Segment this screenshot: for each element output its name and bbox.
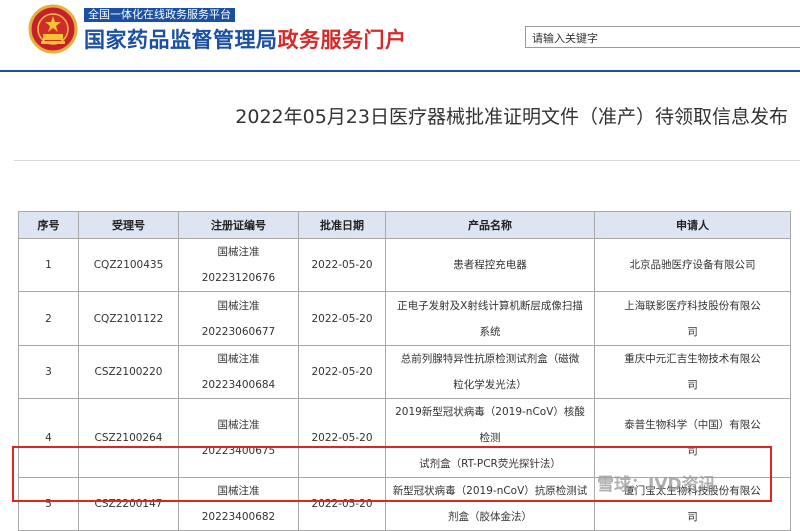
- cell-product: 2019新型冠状病毒（2019-nCoV）核酸检测试剂盒（RT-PCR荧光探针法…: [385, 398, 595, 478]
- applicant-line: 司: [687, 379, 698, 391]
- cell-no: 1: [18, 238, 79, 292]
- cell-accept-no: CSZ2100220: [78, 345, 179, 399]
- cell-product: 新型冠状病毒（2019-nCoV）抗原检测试 剂盒（胶体金法）: [385, 477, 595, 531]
- reg-no-number: 20223120676: [201, 272, 276, 284]
- national-emblem-icon: [28, 4, 78, 54]
- cell-date: 2022-05-20: [298, 477, 386, 531]
- article-title: 2022年05月23日医疗器械批准证明文件（准产）待领取信息发布: [235, 106, 788, 128]
- site-title[interactable]: 国家药品监督管理局政务服务门户: [84, 26, 407, 54]
- reg-no-prefix: 国械注准: [217, 299, 260, 312]
- product-line: 患者程控充电器: [453, 259, 527, 271]
- col-header-applicant: 申请人: [594, 211, 791, 239]
- cell-product: 总前列腺特异性抗原检测试剂盒（磁微 粒化学发光法）: [385, 345, 595, 399]
- cell-accept-no: CSZ2200147: [78, 477, 179, 531]
- search-box[interactable]: [525, 26, 800, 49]
- cell-date: 2022-05-20: [298, 291, 386, 346]
- product-line: 正电子发射及X射线计算机断层成像扫描: [397, 299, 583, 312]
- col-header-product: 产品名称: [385, 211, 595, 239]
- col-header-reg-no: 注册证编号: [178, 211, 299, 239]
- cell-accept-no: CQZ2101122: [78, 291, 179, 346]
- col-header-no: 序号: [18, 211, 79, 239]
- platform-tag[interactable]: 全国一体化在线政务服务平台: [84, 8, 235, 22]
- cell-no: 3: [18, 345, 79, 399]
- cell-applicant: 泰普生物科学（中国）有限公司: [594, 398, 791, 478]
- product-line: 2019新型冠状病毒（2019-nCoV）核酸检测: [395, 406, 585, 444]
- cell-accept-no: CSZ2100264: [78, 398, 179, 478]
- product-line: 新型冠状病毒（2019-nCoV）抗原检测试: [392, 485, 588, 497]
- cell-reg-no: 国械注准 20223400675: [178, 398, 299, 478]
- product-line: 粒化学发光法）: [453, 379, 527, 391]
- cell-no: 2: [18, 291, 79, 346]
- reg-no-number: 20223400675: [201, 445, 276, 457]
- cell-date: 2022-05-20: [298, 345, 386, 399]
- cell-reg-no: 国械注准 20223120676: [178, 238, 299, 292]
- reg-no-prefix: 国械注准: [217, 246, 260, 258]
- product-line: 总前列腺特异性抗原检测试剂盒（磁微: [400, 353, 580, 365]
- cell-no: 5: [18, 477, 79, 531]
- site-title-main: 国家药品监督管理局: [84, 28, 278, 52]
- product-line: 试剂盒（RT-PCR荧光探针法）: [419, 458, 561, 470]
- title-divider: [14, 160, 800, 161]
- table-row: 2 CQZ2101122 国械注准 20223060677 2022-05-20 …: [18, 291, 791, 346]
- header-divider: [0, 70, 800, 72]
- table-row: 1 CQZ2100435 国械注准 20223120676 2022-05-20 …: [18, 238, 791, 292]
- cell-applicant: 重庆中元汇吉生物技术有限公司: [594, 345, 791, 399]
- cell-product: 正电子发射及X射线计算机断层成像扫描 系统: [385, 291, 595, 346]
- col-header-date: 批准日期: [298, 211, 386, 239]
- table-row: 4 CSZ2100264 国械注准 20223400675 2022-05-20 …: [18, 398, 791, 478]
- watermark: 雪球：IVD资讯: [597, 475, 716, 495]
- cell-date: 2022-05-20: [298, 398, 386, 478]
- reg-no-prefix: 国械注准: [217, 353, 260, 365]
- cell-reg-no: 国械注准 20223400684: [178, 345, 299, 399]
- cell-applicant: 北京品驰医疗设备有限公司: [594, 238, 791, 292]
- cell-reg-no: 国械注准 20223060677: [178, 291, 299, 346]
- reg-no-number: 20223060677: [201, 325, 276, 338]
- applicant-line: 司: [687, 325, 698, 338]
- cell-no: 4: [18, 398, 79, 478]
- applicant-line: 司: [687, 511, 698, 523]
- site-title-accent: 政务服务门户: [277, 28, 407, 52]
- search-input[interactable]: [526, 28, 800, 49]
- applicant-line: 泰普生物科学（中国）有限公: [624, 419, 761, 431]
- table-header-row: 序号 受理号 注册证编号 批准日期 产品名称 申请人: [18, 211, 791, 239]
- col-header-accept-no: 受理号: [78, 211, 179, 239]
- cell-reg-no: 国械注准 20223400682: [178, 477, 299, 531]
- applicant-line: 司: [687, 445, 698, 457]
- cell-product: 患者程控充电器: [385, 238, 595, 292]
- applicant-line: 北京品驰医疗设备有限公司: [629, 259, 756, 271]
- reg-no-prefix: 国械注准: [217, 485, 260, 497]
- cell-date: 2022-05-20: [298, 238, 386, 292]
- cell-applicant: 上海联影医疗科技股份有限公司: [594, 291, 791, 346]
- site-header: 全国一体化在线政务服务平台 国家药品监督管理局政务服务门户: [0, 0, 800, 70]
- reg-no-prefix: 国械注准: [217, 419, 260, 431]
- reg-no-number: 20223400684: [201, 379, 276, 391]
- applicant-line: 上海联影医疗科技股份有限公: [624, 299, 761, 312]
- product-line: 系统: [479, 325, 501, 338]
- reg-no-number: 20223400682: [201, 511, 276, 523]
- table-row: 3 CSZ2100220 国械注准 20223400684 2022-05-20 …: [18, 345, 791, 399]
- product-line: 剂盒（胶体金法）: [448, 511, 532, 523]
- cell-accept-no: CQZ2100435: [78, 238, 179, 292]
- applicant-line: 重庆中元汇吉生物技术有限公: [624, 353, 761, 365]
